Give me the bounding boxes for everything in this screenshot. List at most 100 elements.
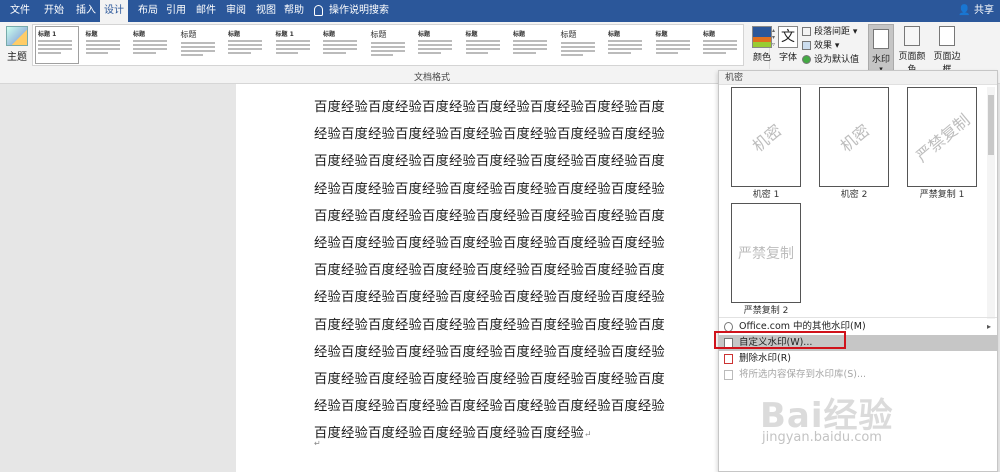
style-set-title: 标题 [608,31,621,38]
style-set-thumbnail[interactable]: 标题 [130,26,174,64]
tab-design[interactable]: 设计 [100,0,128,22]
style-set-thumbnail[interactable]: 标题 [700,26,744,64]
tab-file[interactable]: 文件 [6,0,34,22]
style-set-thumbnail[interactable]: 标题 [653,26,697,64]
style-set-preview-line [370,50,405,52]
page-borders-icon [939,26,955,46]
style-set-preview-line [655,52,679,54]
watermark-tile-confidential-1[interactable]: 机密 机密 1 [731,87,801,200]
lightbulb-icon [314,4,323,16]
style-set-preview-line [228,44,263,46]
style-set-preview-line [608,52,631,54]
style-set-thumbnail[interactable]: 标题 [605,26,649,64]
style-set-title: 标题 [655,31,668,38]
style-set-preview-line [655,40,690,42]
watermark-icon [873,29,889,49]
watermark-tile-do-not-copy-2[interactable]: 严禁复制 严禁复制 2 [731,203,801,316]
highlight-annotation-box [714,331,846,349]
watermark-preview-text: 机密 [836,120,874,156]
share-button[interactable]: 👤 共享 [958,0,994,22]
style-set-title: 标题 [418,31,431,38]
style-set-thumbnail[interactable]: 标题 [415,26,459,64]
style-set-preview-line [38,44,73,46]
style-set-preview-line [133,52,156,54]
style-set-preview-line [513,40,548,42]
page-color-button[interactable]: 页面颜色 [896,26,928,75]
save-selection-to-gallery-item: 将所选内容保存到水印库(S)... [719,367,997,383]
tab-references[interactable]: 引用 [162,0,190,22]
scrollbar-thumb[interactable] [988,95,994,155]
style-set-preview-line [465,52,489,54]
tab-review[interactable]: 审阅 [222,0,250,22]
paragraph-mark: ↵ [583,430,592,441]
tab-view[interactable]: 视图 [252,0,280,22]
style-set-preview-line [180,54,204,56]
watermark-tile-label: 机密 2 [840,190,868,200]
style-set-preview-line [608,48,643,50]
style-set-thumbnail[interactable]: 标题 [368,26,412,64]
tab-help[interactable]: 帮助 [280,0,308,22]
style-set-preview-line [608,40,643,42]
style-set-title: 标题 [513,31,526,38]
style-set-preview-line [180,42,215,44]
document-page[interactable]: 百度经验百度经验百度经验百度经验百度经验百度经验百度经验百度经验百度经验百度经验… [236,84,720,472]
tell-me-search[interactable]: 操作说明搜索 [314,0,389,22]
style-set-preview-line [703,44,738,46]
tab-layout[interactable]: 布局 [134,0,162,22]
style-set-thumbnail[interactable]: 标题 [510,26,554,64]
watermark-category-header: 机密 [719,71,997,85]
watermark-preview-text: 机密 [748,120,786,156]
style-set-title: 标题 [133,31,146,38]
style-set-preview-line [38,52,61,54]
style-set-preview-line [228,40,263,42]
style-set-preview-line [703,52,726,54]
paragraph-spacing-button[interactable]: 段落间距 ▾ [802,26,857,38]
style-set-preview-line [275,48,310,50]
checkmark-icon [802,55,811,64]
style-set-thumbnail[interactable]: 标题 [320,26,364,64]
style-set-preview-line [275,44,310,46]
paragraph-spacing-icon [802,27,811,36]
style-set-preview-line [323,44,358,46]
style-set-title: 标题 1 [38,31,57,38]
page-borders-button[interactable]: 页面边框 [930,26,964,75]
style-set-thumbnail[interactable]: 标题 [558,26,602,64]
themes-button[interactable]: 主题 [4,26,30,74]
effects-button[interactable]: 效果 ▾ [802,40,839,52]
style-set-thumbnail[interactable]: 标题 [463,26,507,64]
themes-label: 主题 [7,52,27,63]
tab-mailings[interactable]: 邮件 [192,0,220,22]
menu-item-label: 删除水印(R) [739,353,792,364]
style-set-title: 标题 [85,31,98,38]
style-set-thumbnail[interactable]: 标题 1 [35,26,79,64]
style-set-title: 标题 [703,31,716,38]
style-set-preview-line [85,48,120,50]
effects-icon [802,41,811,50]
style-set-preview-line [85,52,109,54]
style-set-preview-line [560,50,595,52]
document-body[interactable]: 百度经验百度经验百度经验百度经验百度经验百度经验百度经验百度经验百度经验百度经验… [314,94,676,450]
style-set-thumbnail[interactable]: 标题 [83,26,127,64]
watermark-tile-label: 严禁复制 2 [743,306,789,316]
watermark-tile-do-not-copy-1[interactable]: 严禁复制 严禁复制 1 [907,87,977,200]
tab-home[interactable]: 开始 [40,0,68,22]
colors-button[interactable]: 颜色 [750,26,774,63]
remove-watermark-item[interactable]: 删除水印(R) [719,351,997,367]
set-as-default-button[interactable]: 设为默认值 [802,54,859,66]
style-set-thumbnail[interactable]: 标题 1 [273,26,317,64]
fonts-button[interactable]: 文 字体 [776,26,800,63]
style-set-preview-line [38,48,73,50]
watermark-tile-confidential-2[interactable]: 机密 机密 2 [819,87,889,200]
style-set-title: 标题 [465,31,478,38]
tab-insert[interactable]: 插入 [72,0,100,22]
gallery-scrollbar[interactable] [987,87,995,319]
style-set-preview-line [703,40,738,42]
set-as-default-label: 设为默认值 [814,55,860,65]
style-set-preview-line [655,48,690,50]
style-set-thumbnail[interactable]: 标题 [178,26,222,64]
style-set-thumbnail[interactable]: 标题 [225,26,269,64]
style-set-preview-line [133,40,168,42]
ribbon-tab-bar: 文件 开始 插入 设计 布局 引用 邮件 审阅 视图 帮助 操作说明搜索 👤 共… [0,0,1000,22]
menu-item-label: 将所选内容保存到水印库(S)... [739,369,867,380]
style-set-title: 标题 [370,30,387,39]
